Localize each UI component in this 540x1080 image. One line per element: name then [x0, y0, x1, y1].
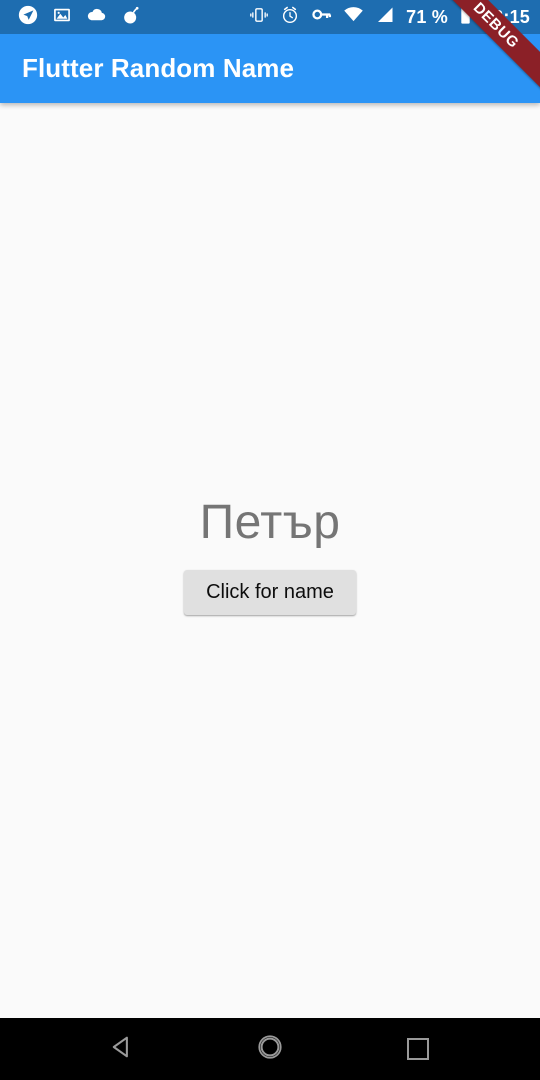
app-bar: Flutter Random Name [0, 34, 540, 103]
vpn-key-icon [311, 4, 332, 30]
status-bar-left-icons [18, 4, 141, 30]
main-content: Петър Click for name [0, 103, 540, 1018]
alarm-icon [280, 5, 300, 30]
cellular-signal-icon [375, 5, 395, 30]
nav-back-button[interactable] [90, 1023, 154, 1075]
home-circle-icon [256, 1033, 284, 1066]
phone-screen: 71 % 23:15 Flutter Random Name DEBUG Пет… [0, 0, 540, 1080]
vibrate-icon [249, 5, 269, 30]
recents-square-icon [407, 1038, 429, 1060]
random-name-display: Петър [199, 495, 341, 549]
photo-icon [52, 5, 72, 30]
wifi-icon [343, 4, 364, 30]
click-for-name-button[interactable]: Click for name [184, 570, 356, 616]
nav-home-button[interactable] [238, 1023, 302, 1075]
android-navigation-bar [0, 1018, 540, 1080]
location-icon [18, 5, 38, 30]
bomb-icon [121, 5, 141, 30]
back-triangle-icon [109, 1034, 135, 1065]
nav-recents-button[interactable] [386, 1023, 450, 1075]
page-title: Flutter Random Name [22, 53, 295, 83]
cloud-icon [86, 4, 107, 30]
battery-percent-label: 71 % [406, 7, 448, 27]
